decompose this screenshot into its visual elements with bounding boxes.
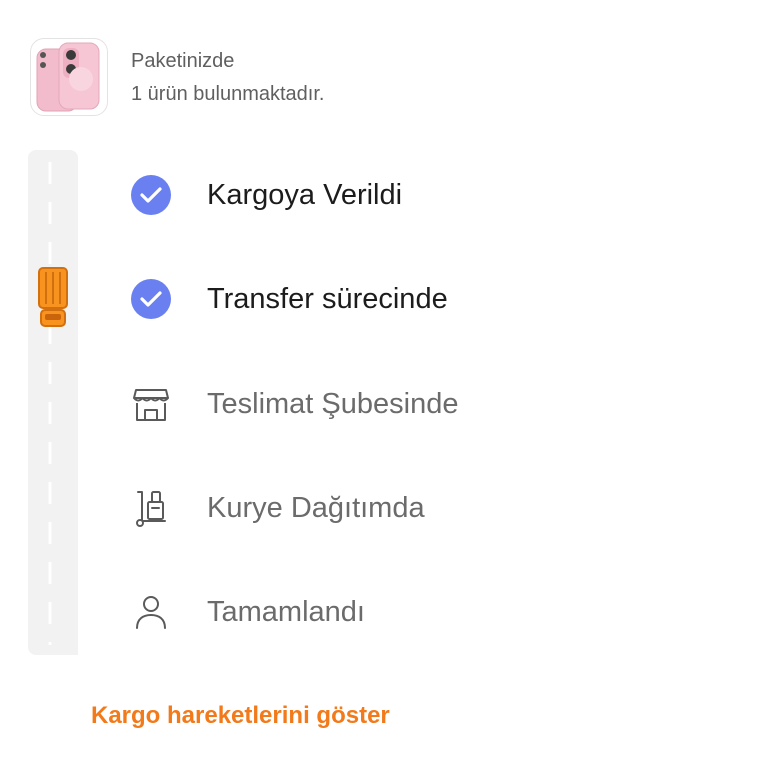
tracking-road	[28, 150, 78, 655]
pink-phone-icon	[36, 42, 100, 112]
courier-trolley-icon	[136, 491, 166, 527]
show-cargo-movements-link[interactable]: Kargo hareketlerini göster	[91, 702, 390, 730]
step-label: Tamamlandı	[207, 596, 365, 628]
step-label: Kurye Dağıtımda	[207, 492, 425, 524]
step-label: Transfer sürecinde	[207, 283, 448, 315]
check-circle-icon	[131, 175, 171, 215]
store-icon	[133, 389, 169, 421]
package-info-line1: Paketinizde	[131, 50, 235, 72]
step-label: Teslimat Şubesinde	[207, 388, 459, 420]
truck-icon	[38, 267, 68, 327]
check-circle-icon	[131, 279, 171, 319]
package-info-line2: 1 ürün bulunmaktadır.	[131, 83, 325, 105]
product-thumbnail[interactable]	[30, 38, 108, 116]
person-icon	[136, 596, 166, 629]
step-label: Kargoya Verildi	[207, 179, 403, 211]
